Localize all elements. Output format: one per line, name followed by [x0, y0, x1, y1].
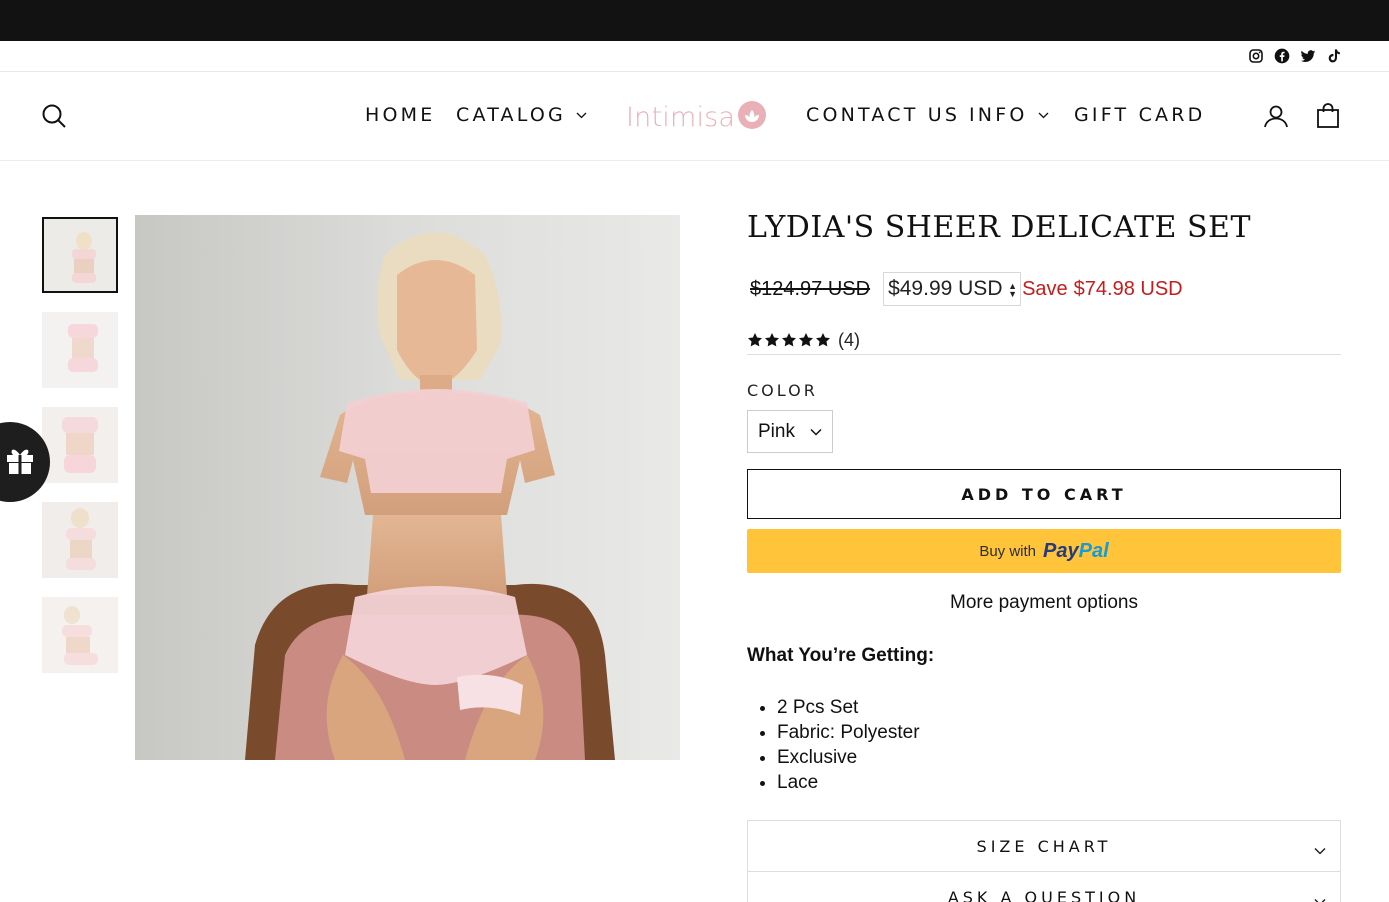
search-icon[interactable] — [40, 102, 68, 130]
size-chart-accordion[interactable]: SIZE CHART — [747, 820, 1341, 872]
list-item: Fabric: Polyester — [777, 720, 920, 745]
lotus-logo-icon — [737, 100, 767, 134]
list-item: 2 Pcs Set — [777, 695, 920, 720]
product-thumbnail[interactable] — [42, 312, 118, 388]
facebook-icon[interactable] — [1273, 47, 1291, 65]
instagram-icon[interactable] — [1247, 47, 1265, 65]
product-info: LYDIA'S SHEER DELICATE SET $124.97 USD $… — [747, 210, 1341, 902]
price-row: $124.97 USD $49.99 USD ▲ ▼ Save $74.98 USD — [747, 272, 1183, 306]
site-logo[interactable]: Intimisa — [626, 100, 767, 134]
feature-list: 2 Pcs Set Fabric: Polyester Exclusive La… — [777, 695, 920, 795]
list-item: Exclusive — [777, 745, 920, 770]
nav-catalog[interactable]: CATALOG — [456, 104, 587, 126]
rating-row[interactable]: (4) — [747, 330, 1341, 355]
nav-info-label: INFO — [969, 104, 1028, 126]
accordion-label: ASK A QUESTION — [947, 887, 1141, 902]
star-icon — [816, 333, 830, 347]
ask-question-accordion[interactable]: ASK A QUESTION — [747, 871, 1341, 902]
nav-catalog-label: CATALOG — [456, 104, 566, 126]
paypal-prefix: Buy with — [979, 542, 1037, 560]
product-main-image[interactable] — [135, 215, 680, 760]
nav-contact-us[interactable]: CONTACT US — [806, 104, 960, 126]
product-thumbnail[interactable] — [42, 217, 118, 293]
rating-stars — [747, 332, 831, 348]
description-heading: What You’re Getting: — [747, 645, 935, 666]
star-icon — [765, 333, 779, 347]
gift-icon — [4, 444, 36, 480]
nav-home[interactable]: HOME — [365, 104, 435, 126]
account-icon[interactable] — [1262, 102, 1290, 130]
compare-price: $124.97 USD — [750, 277, 871, 300]
logo-text: Intimisa — [626, 101, 736, 133]
chevron-down-icon — [1314, 840, 1326, 859]
more-payment-options-link[interactable]: More payment options — [747, 592, 1341, 614]
add-to-cart-button[interactable]: ADD TO CART — [747, 469, 1341, 519]
color-value: Pink — [758, 420, 795, 442]
currency-select[interactable]: $49.99 USD ▲ ▼ — [883, 272, 1022, 306]
star-icon — [782, 333, 796, 347]
announcement-bar — [0, 0, 1389, 41]
save-value: $74.98 USD — [1073, 277, 1183, 300]
paypal-logo-pay: Pay — [1043, 539, 1079, 562]
review-count: (4) — [838, 330, 860, 350]
chevron-down-icon — [1038, 109, 1049, 122]
nav-gift-card[interactable]: GIFT CARD — [1074, 104, 1205, 126]
social-bar — [0, 41, 1389, 72]
save-label: Save — [1022, 277, 1068, 300]
paypal-logo-pal: Pal — [1078, 539, 1109, 562]
color-select[interactable]: Pink — [747, 410, 833, 453]
chevron-down-icon — [809, 423, 823, 445]
star-icon — [748, 333, 762, 347]
list-item: Lace — [777, 770, 920, 795]
product-title: LYDIA'S SHEER DELICATE SET — [747, 210, 1251, 245]
product-thumbnail[interactable] — [42, 502, 118, 578]
thumbnail-list — [42, 217, 118, 692]
star-icon — [799, 333, 813, 347]
chevron-down-icon — [576, 109, 587, 122]
product-thumbnail[interactable] — [42, 407, 118, 483]
color-label: COLOR — [747, 381, 818, 400]
accordion-label: SIZE CHART — [976, 836, 1112, 856]
nav-info[interactable]: INFO — [969, 104, 1049, 126]
site-header: HOME CATALOG Intimisa CONTACT US INFO GI… — [0, 72, 1389, 161]
cart-bag-icon[interactable] — [1314, 102, 1342, 130]
twitter-icon[interactable] — [1299, 47, 1317, 65]
select-arrows-icon: ▲ ▼ — [1008, 281, 1018, 299]
tiktok-icon[interactable] — [1325, 47, 1343, 65]
current-price: $49.99 USD — [888, 277, 1003, 300]
paypal-button[interactable]: Buy with Pay Pal — [747, 529, 1341, 573]
save-amount: Save $74.98 USD — [1022, 278, 1183, 301]
chevron-down-icon — [1314, 891, 1326, 902]
product-thumbnail[interactable] — [42, 597, 118, 673]
